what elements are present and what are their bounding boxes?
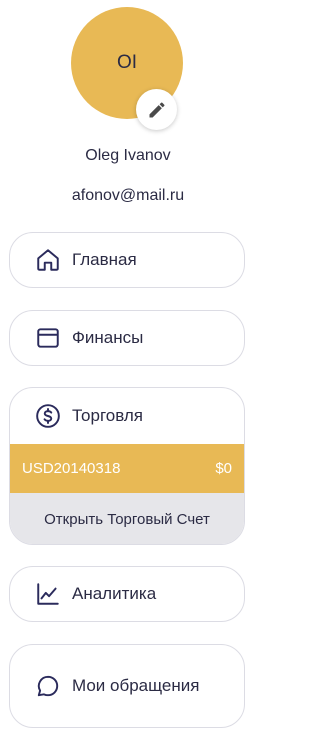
wallet-icon [34,324,62,352]
nav-group-trading: Торговля USD20140318 $0 Открыть Торговый… [9,387,245,545]
trading-account-id: USD20140318 [22,460,121,477]
dollar-circle-icon [34,402,62,430]
edit-profile-button[interactable] [136,89,177,130]
avatar-initials: OI [116,52,138,73]
nav-item-home-label: Главная [72,250,137,270]
user-name: Oleg Ivanov [85,147,171,164]
user-email: afonov@mail.ru [71,187,185,204]
trading-account-balance: $0 [215,460,232,477]
nav-item-home[interactable]: Главная [9,232,245,288]
nav-item-support-label: Мои обращения [72,676,200,696]
trading-account-row[interactable]: USD20140318 $0 [10,444,244,493]
open-trading-account-label: Открыть Торговый Счет [44,510,210,528]
pencil-icon [149,101,165,117]
nav-item-support[interactable]: Мои обращения [9,644,245,728]
nav-item-analytics[interactable]: Аналитика [9,566,245,622]
nav-item-finance-label: Финансы [72,328,144,348]
nav-item-trading[interactable]: Торговля [10,388,244,444]
nav-item-trading-label: Торговля [72,406,144,425]
nav-item-analytics-label: Аналитика [72,584,157,604]
home-icon [34,246,62,274]
chart-line-icon [34,580,62,608]
nav-item-finance[interactable]: Финансы [9,310,245,366]
open-trading-account-button[interactable]: Открыть Торговый Счет [10,493,244,544]
chat-bubble-icon [34,672,62,700]
